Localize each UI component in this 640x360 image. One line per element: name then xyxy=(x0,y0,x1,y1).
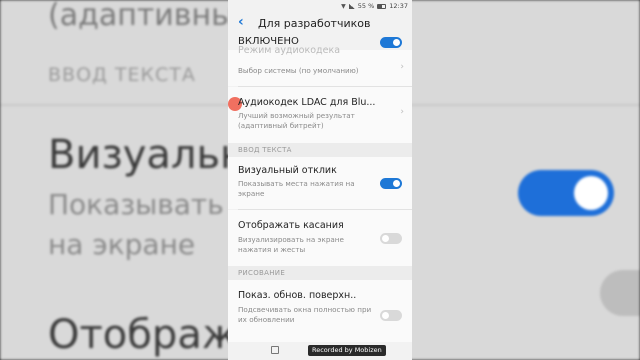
codec-subtitle: Выбор системы (по умолчанию) xyxy=(238,66,359,75)
settings-row-surface-updates[interactable]: Показ. обнов. поверхн.. Подсвечивать окн… xyxy=(228,280,412,342)
visual-feedback-title: Визуальный отклик xyxy=(238,165,337,176)
section-header-text-input: ВВОД ТЕКСТА xyxy=(228,143,412,157)
master-toggle[interactable] xyxy=(380,37,402,48)
status-bar: ▼ 55 % 12:37 xyxy=(228,0,412,12)
phone-screen: ▼ 55 % 12:37 ‹ Для разработчиков ВКЛЮЧЕН… xyxy=(228,0,412,360)
navigation-bar: Recorded by Mobizen xyxy=(228,342,412,360)
chevron-right-icon: › xyxy=(400,62,404,72)
section-label: ВВОД ТЕКСТА xyxy=(238,146,292,154)
screen-recording-frame: (адаптивный ВВОД ТЕКСТА Визуальный Показ… xyxy=(0,0,640,360)
wifi-icon: ▼ xyxy=(341,2,346,10)
surface-updates-toggle[interactable] xyxy=(380,310,402,321)
surface-updates-title: Показ. обнов. поверхн.. xyxy=(238,290,357,301)
codec-title-cut: Режим аудиокодека xyxy=(238,45,341,56)
clock: 12:37 xyxy=(389,2,408,10)
visual-feedback-toggle[interactable] xyxy=(380,178,402,189)
settings-row-visual-feedback[interactable]: Визуальный отклик Показывать места нажат… xyxy=(228,157,412,209)
bg-text-4: Показывать xyxy=(48,188,224,221)
show-touches-toggle[interactable] xyxy=(380,233,402,244)
chevron-right-icon: › xyxy=(400,107,404,117)
section-label: РИСОВАНИЕ xyxy=(238,269,286,277)
status-icons: ▼ 55 % 12:37 xyxy=(341,2,408,10)
visual-feedback-subtitle: Показывать места нажатия на экране xyxy=(238,179,355,198)
back-arrow-icon[interactable]: ‹ xyxy=(238,15,244,29)
page-title: Для разработчиков xyxy=(258,17,371,30)
battery-icon xyxy=(377,3,387,9)
settings-list[interactable]: ВКЛЮЧЕНО Режим аудиокодека Выбор системы… xyxy=(228,34,412,342)
bg-text-2: ВВОД ТЕКСТА xyxy=(48,64,196,86)
bg-toggle-off xyxy=(600,270,640,316)
app-bar: ‹ Для разработчиков xyxy=(228,12,412,34)
recorder-watermark: Recorded by Mobizen xyxy=(308,345,386,356)
settings-row-ldac[interactable]: Аудиокодек LDAC для Blu... Лучший возмож… xyxy=(228,87,412,143)
bg-text-5: на экране xyxy=(48,228,196,261)
battery-percent: 55 % xyxy=(357,2,375,10)
show-touches-subtitle: Визуализировать на экране нажатия и жест… xyxy=(238,235,344,254)
home-icon[interactable] xyxy=(271,346,279,354)
section-header-drawing: РИСОВАНИЕ xyxy=(228,266,412,280)
signal-icon xyxy=(348,3,355,9)
ldac-subtitle: Лучший возможный результат (адаптивный б… xyxy=(238,111,355,130)
ldac-title: Аудиокодек LDAC для Blu... xyxy=(238,97,376,108)
settings-row-codec[interactable]: Режим аудиокодека Выбор системы (по умол… xyxy=(228,45,412,86)
bg-text-1: (адаптивный xyxy=(48,0,255,33)
bg-toggle xyxy=(518,170,614,216)
settings-row-show-touches[interactable]: Отображать касания Визуализировать на эк… xyxy=(228,210,412,266)
show-touches-title: Отображать касания xyxy=(238,220,344,231)
surface-updates-subtitle: Подсвечивать окна полностью при их обнов… xyxy=(238,305,372,324)
